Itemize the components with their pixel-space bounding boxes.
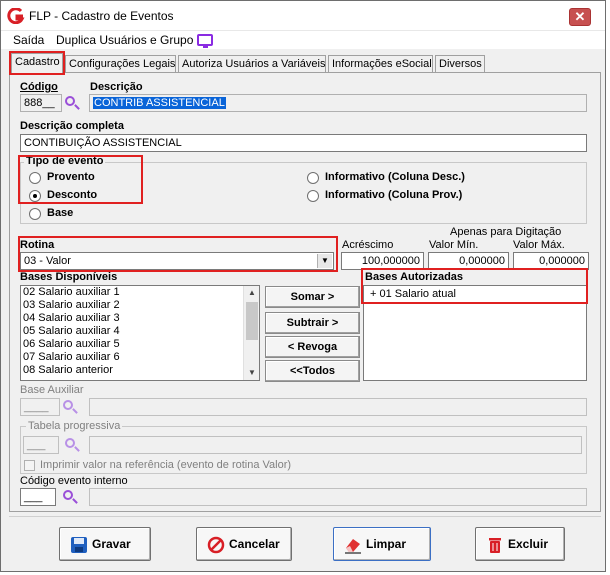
valor-min-field[interactable]: 0,000000 [428,252,509,270]
app-window: FLP - Cadastro de Eventos ✕ Saída Duplic… [0,0,606,572]
cancel-icon [207,536,225,554]
provento-label: Provento [47,171,95,183]
list-item[interactable]: 05 Salario auxiliar 4 [21,325,259,338]
tipo-evento-group [20,162,587,224]
trash-icon [489,538,501,553]
list-item[interactable]: 08 Salario anterior [21,364,259,377]
base-label: Base [47,207,74,219]
tab-strip: Cadastro Configurações Legais Autoriza U… [9,53,599,74]
apenas-digitacao-label: Apenas para Digitação [450,226,562,238]
search-base-auxiliar-icon[interactable] [62,399,78,415]
acrescimo-field[interactable]: 100,000000 [341,252,424,270]
codigo-evento-interno-label: Código evento interno [20,475,128,487]
todos-button[interactable]: <<Todos [265,360,360,382]
tab-configuracoes-legais[interactable]: Configurações Legais [65,55,176,73]
radio-informativo-desc[interactable] [307,172,319,184]
list-item[interactable]: 02 Salario auxiliar 1 [21,286,259,299]
monitor-icon[interactable] [197,34,213,48]
imprimir-checkbox[interactable] [24,460,35,471]
gravar-label: Gravar [92,537,131,551]
menu-bar: Saída Duplica Usuários e Grupo [1,31,605,49]
acrescimo-label: Acréscimo [342,239,394,251]
scroll-thumb[interactable] [246,302,258,340]
bases-autorizadas-label: Bases Autorizadas [365,271,464,283]
valor-min-label: Valor Mín. [429,239,479,251]
title-bar: FLP - Cadastro de Eventos ✕ [1,1,605,31]
search-tabela-icon[interactable] [64,437,80,453]
base-auxiliar-desc-field [89,398,587,416]
search-codigo-icon[interactable] [64,95,80,111]
cancelar-label: Cancelar [229,537,280,551]
bases-disponiveis-list[interactable]: 02 Salario auxiliar 1 03 Salario auxilia… [20,285,260,381]
cadastro-panel: Código Descrição 888__ CONTRIB ASSISTENC… [9,72,601,512]
menu-saida[interactable]: Saída [13,33,44,47]
excluir-label: Excluir [508,537,549,551]
close-button[interactable]: ✕ [569,8,591,26]
list-item[interactable]: 06 Salario auxiliar 5 [21,338,259,351]
radio-informativo-prov[interactable] [307,190,319,202]
save-icon [71,537,87,553]
scroll-up-icon[interactable]: ▲ [244,286,259,300]
codigo-evento-interno-desc-field [89,488,587,506]
radio-base[interactable] [29,208,41,220]
codigo-label: Código [20,81,58,93]
base-auxiliar-label: Base Auxiliar [20,384,84,396]
revoga-button[interactable]: < Revoga [265,336,360,358]
tipo-evento-label: Tipo de evento [24,155,106,167]
rotina-label: Rotina [20,239,55,251]
descricao-field[interactable]: CONTRIB ASSISTENCIAL [89,94,587,112]
rotina-value: 03 - Valor [24,255,71,267]
eraser-icon [345,539,361,554]
window-title: FLP - Cadastro de Eventos [29,9,174,23]
codigo-field[interactable]: 888__ [20,94,62,112]
bases-disponiveis-label: Bases Disponíveis [20,271,118,283]
tab-informacoes-esocial[interactable]: Informações eSocial [328,55,433,73]
somar-button[interactable]: Somar > [265,286,360,308]
tabela-progressiva-desc-field [89,436,582,454]
excluir-button[interactable]: Excluir [475,527,565,561]
dropdown-arrow-icon[interactable]: ▼ [317,254,332,268]
descricao-completa-label: Descrição completa [20,120,124,132]
valor-max-label: Valor Máx. [513,239,565,251]
cancelar-button[interactable]: Cancelar [196,527,292,561]
list-item[interactable]: 07 Salario auxiliar 6 [21,351,259,364]
tab-autoriza-usuarios[interactable]: Autoriza Usuários a Variáveis [178,55,326,73]
tabela-progressiva-label: Tabela progressiva [26,420,123,432]
descricao-completa-field[interactable]: CONTIBUIÇÃO ASSISTENCIAL [20,134,587,152]
bases-autorizadas-list[interactable]: + 01 Salario atual [363,285,587,381]
base-auxiliar-field[interactable]: ____ [20,398,60,416]
tab-cadastro[interactable]: Cadastro [11,53,63,74]
list-item[interactable]: + 01 Salario atual [364,288,586,301]
radio-provento[interactable] [29,172,41,184]
menu-duplica-usuarios[interactable]: Duplica Usuários e Grupo [56,33,193,47]
desconto-label: Desconto [47,189,98,201]
tab-diversos[interactable]: Diversos [435,55,485,73]
informativo-prov-label: Informativo (Coluna Prov.) [325,189,463,201]
descricao-label: Descrição [90,81,143,93]
codigo-evento-interno-field[interactable]: ___ [20,488,56,506]
search-codigo-interno-icon[interactable] [62,489,78,505]
footer-bar: Gravar Cancelar Limpar Excluir [9,516,601,571]
bases-scrollbar[interactable]: ▲ ▼ [243,286,259,380]
scroll-down-icon[interactable]: ▼ [244,366,259,380]
limpar-button[interactable]: Limpar [333,527,431,561]
list-item[interactable]: 04 Salario auxiliar 3 [21,312,259,325]
gravar-button[interactable]: Gravar [59,527,151,561]
subtrair-button[interactable]: Subtrair > [265,312,360,334]
imprimir-label: Imprimir valor na referência (evento de … [40,459,292,471]
tabela-progressiva-field[interactable]: ___ [23,436,59,454]
limpar-label: Limpar [366,537,407,551]
app-logo-icon [7,8,25,24]
list-item[interactable]: 03 Salario auxiliar 2 [21,299,259,312]
radio-desconto[interactable] [29,190,41,202]
rotina-select[interactable]: 03 - Valor ▼ [20,252,334,270]
descricao-selected-text: CONTRIB ASSISTENCIAL [93,97,226,109]
informativo-desc-label: Informativo (Coluna Desc.) [325,171,465,183]
valor-max-field[interactable]: 0,000000 [513,252,589,270]
